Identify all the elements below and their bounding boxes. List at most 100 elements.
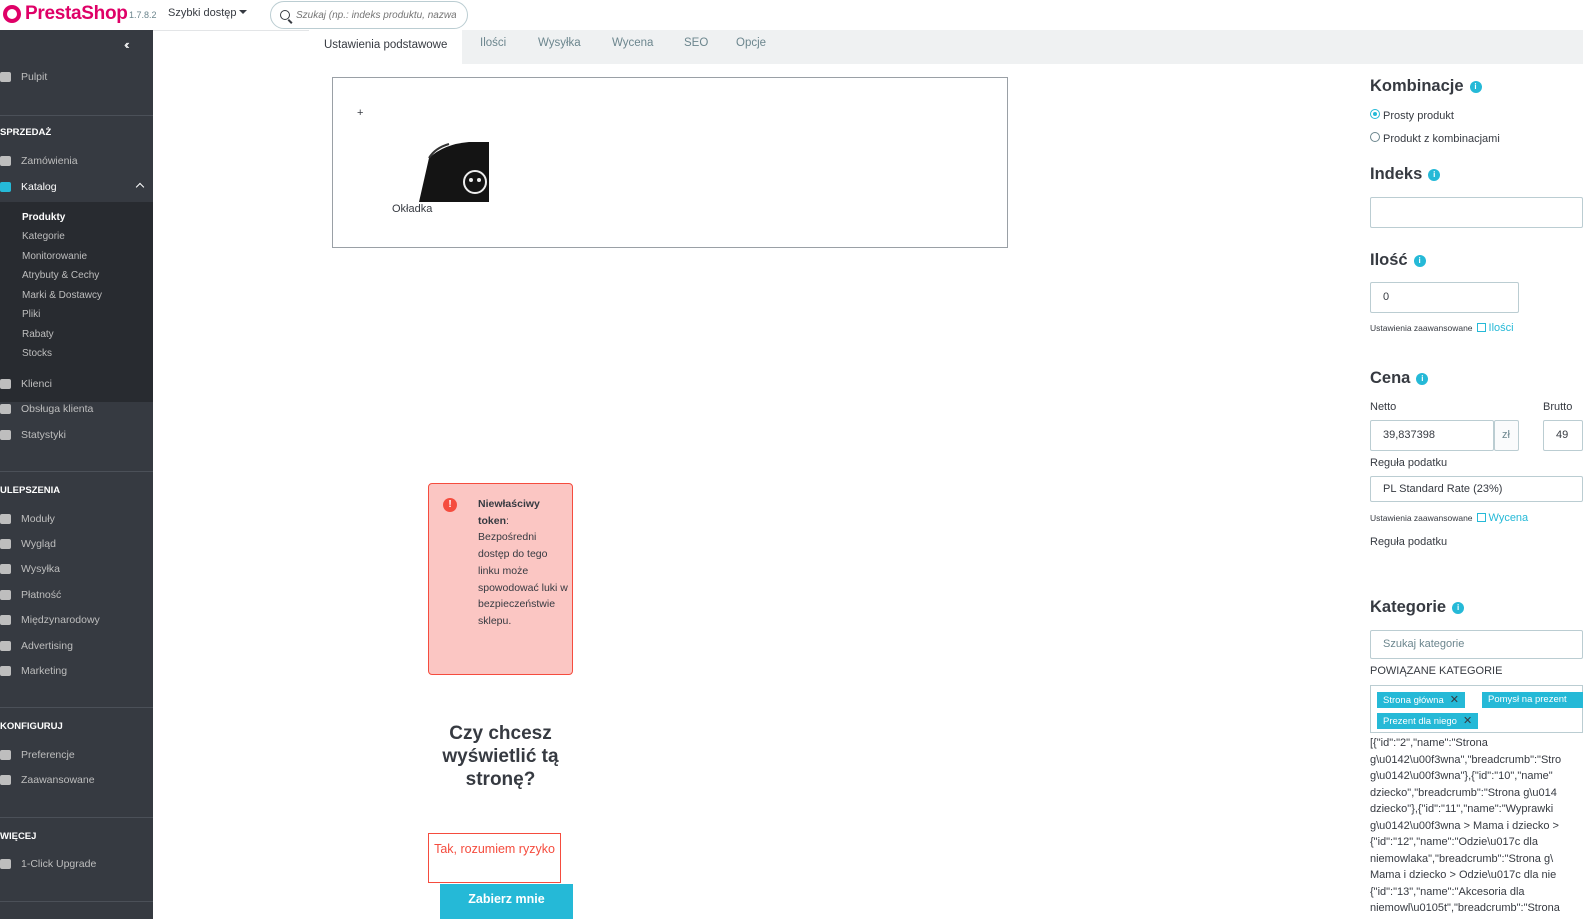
quantities-link[interactable]: Ilości <box>1489 322 1514 334</box>
sidebar-item-label: Wygląd <box>21 538 56 550</box>
tab-quantities[interactable]: Ilości <box>480 30 506 64</box>
user-icon <box>0 379 11 389</box>
gross-label: Brutto <box>1543 401 1573 413</box>
cover-label: Okładka <box>392 203 433 215</box>
section-improve: ULEPSZENIA <box>0 485 61 496</box>
reference-input[interactable] <box>1370 197 1583 228</box>
search-input[interactable] <box>296 7 456 23</box>
chevron-up-icon <box>135 182 145 192</box>
close-icon[interactable]: ✕ <box>1463 713 1472 729</box>
net-price-input[interactable]: 39,837398 <box>1370 420 1494 451</box>
info-icon[interactable]: i <box>1416 373 1429 385</box>
tag-label: Pomysł na prezent <box>1488 694 1567 705</box>
sidebar-item-label: 1-Click Upgrade <box>21 858 97 870</box>
sidebar-item-stats[interactable]: Statystyki <box>0 426 153 446</box>
tab-seo[interactable]: SEO <box>684 30 708 64</box>
search-icon[interactable] <box>280 10 290 20</box>
info-icon[interactable]: i <box>1428 169 1441 181</box>
radio-simple-product[interactable]: Prosty produkt <box>1370 109 1454 122</box>
index-heading: Indeks i <box>1370 165 1441 184</box>
submenu-categories[interactable]: Kategorie <box>22 231 65 242</box>
submenu-discounts[interactable]: Rabaty <box>22 329 54 340</box>
brand-name[interactable]: PrestaShop <box>25 3 128 25</box>
divider <box>0 707 153 708</box>
submenu-files[interactable]: Pliki <box>22 309 40 320</box>
tab-pricing[interactable]: Wycena <box>612 30 653 64</box>
currency-addon: zł <box>1494 420 1519 451</box>
close-icon[interactable]: ✕ <box>1450 692 1459 708</box>
radio-icon[interactable] <box>1370 132 1380 142</box>
submenu-stocks[interactable]: Stocks <box>22 348 52 359</box>
gross-price-input[interactable]: 49 <box>1543 420 1583 451</box>
tag-label: Strona główna <box>1383 695 1444 706</box>
tab-shipping[interactable]: Wysyłka <box>538 30 581 64</box>
alert-text: Niewłaściwy token: Bezpośredni dostęp do… <box>478 496 568 630</box>
sidebar-item-label: Międzynarodowy <box>21 614 100 626</box>
sidebar-item-catalog[interactable]: Katalog <box>0 178 153 198</box>
sidebar-item-dashboard[interactable]: Pulpit <box>0 68 153 88</box>
target-icon <box>0 641 11 651</box>
submenu-brands[interactable]: Marki & Dostawcy <box>22 290 102 301</box>
external-link-icon[interactable] <box>1476 323 1486 332</box>
tab-basic-settings[interactable]: Ustawienia podstawowe <box>309 30 463 65</box>
product-tabs: Ustawienia podstawowe Ilości Wysyłka Wyc… <box>309 30 1583 65</box>
tax-rule-select[interactable]: PL Standard Rate (23%) <box>1370 476 1583 502</box>
accept-risk-button[interactable]: Tak, rozumiem ryzyko <box>428 833 561 883</box>
submenu-monitoring[interactable]: Monitorowanie <box>22 251 87 262</box>
search-box[interactable] <box>270 1 468 29</box>
globe-icon <box>0 615 11 625</box>
catalog-submenu: Produkty Kategorie Monitorowanie Atrybut… <box>0 202 153 402</box>
store-icon <box>0 182 11 192</box>
sidebar-item-preferences[interactable]: Preferencje <box>0 746 153 766</box>
prestashop-logo-icon[interactable] <box>3 5 21 23</box>
category-search-input[interactable]: Szukaj kategorie <box>1370 630 1583 659</box>
top-header: PrestaShop 1.7.8.2 Szybki dostęp <box>0 0 1583 31</box>
radio-label: Produkt z kombinacjami <box>1383 133 1500 145</box>
sidebar-item-customer-service[interactable]: Obsługa klienta <box>0 400 153 420</box>
pricing-link[interactable]: Wycena <box>1489 512 1529 524</box>
net-label: Netto <box>1370 401 1397 413</box>
tab-options[interactable]: Opcje <box>736 30 766 64</box>
advanced-price-link-row: Ustawienia zaawansowane Wycena <box>1370 512 1528 524</box>
sidebar-item-label: Moduły <box>21 513 55 525</box>
quick-access-dropdown[interactable]: Szybki dostęp <box>168 7 248 19</box>
add-image-icon[interactable]: + <box>357 107 363 119</box>
sidebar-item-international[interactable]: Międzynarodowy <box>0 611 153 631</box>
info-icon[interactable]: i <box>1452 602 1465 614</box>
quantity-input[interactable]: 0 <box>1370 282 1519 313</box>
confirm-question: Czy chcesz wyświetlić tą stronę? <box>442 723 559 790</box>
radio-label: Prosty produkt <box>1383 110 1454 122</box>
info-icon[interactable]: i <box>1469 81 1482 93</box>
sidebar-item-marketing[interactable]: Marketing <box>0 662 153 682</box>
category-tag: Pomysł na prezent <box>1482 692 1583 708</box>
basket-icon <box>0 156 11 166</box>
sidebar-item-advertising[interactable]: Advertising <box>0 637 153 657</box>
collapse-sidebar-icon[interactable]: ‹‹ <box>124 37 129 52</box>
sidebar-item-advanced[interactable]: Zaawansowane <box>0 771 153 791</box>
radio-product-with-combinations[interactable]: Produkt z kombinacjami <box>1370 132 1500 145</box>
product-image-thumbnail[interactable] <box>389 140 489 202</box>
sidebar-item-design[interactable]: Wygląd <box>0 535 153 555</box>
take-me-back-button[interactable]: Zabierz mnie <box>440 884 573 919</box>
sidebar-item-label: Zaawansowane <box>21 774 95 786</box>
puzzle-icon <box>0 859 11 869</box>
divider <box>0 817 153 818</box>
submenu-attributes[interactable]: Atrybuty & Cechy <box>22 270 99 281</box>
sidebar-item-upgrade[interactable]: 1-Click Upgrade <box>0 855 153 875</box>
sidebar-item-shipping[interactable]: Wysyłka <box>0 560 153 580</box>
sidebar-item-modules[interactable]: Moduły <box>0 510 153 530</box>
tag-label: Prezent dla niego <box>1383 716 1457 727</box>
puzzle-icon <box>0 514 11 524</box>
sidebar-item-payment[interactable]: Płatność <box>0 586 153 606</box>
submenu-products[interactable]: Produkty <box>22 212 65 223</box>
product-images-dropzone[interactable]: + Okładka <box>332 77 1008 248</box>
sidebar-item-orders[interactable]: Zamówienia <box>0 152 153 172</box>
sidebar-item-customers[interactable]: Klienci <box>0 375 153 395</box>
sidebar: ‹‹ Pulpit SPRZEDAŻ Zamówienia Katalog Pr… <box>0 30 153 919</box>
info-icon[interactable]: i <box>1413 255 1426 267</box>
radio-selected-icon[interactable] <box>1370 109 1380 119</box>
section-more: WIĘCEJ <box>0 831 37 842</box>
quantity-heading: Ilość i <box>1370 251 1426 270</box>
external-link-icon[interactable] <box>1476 513 1486 522</box>
sidebar-item-label: Marketing <box>21 665 68 677</box>
